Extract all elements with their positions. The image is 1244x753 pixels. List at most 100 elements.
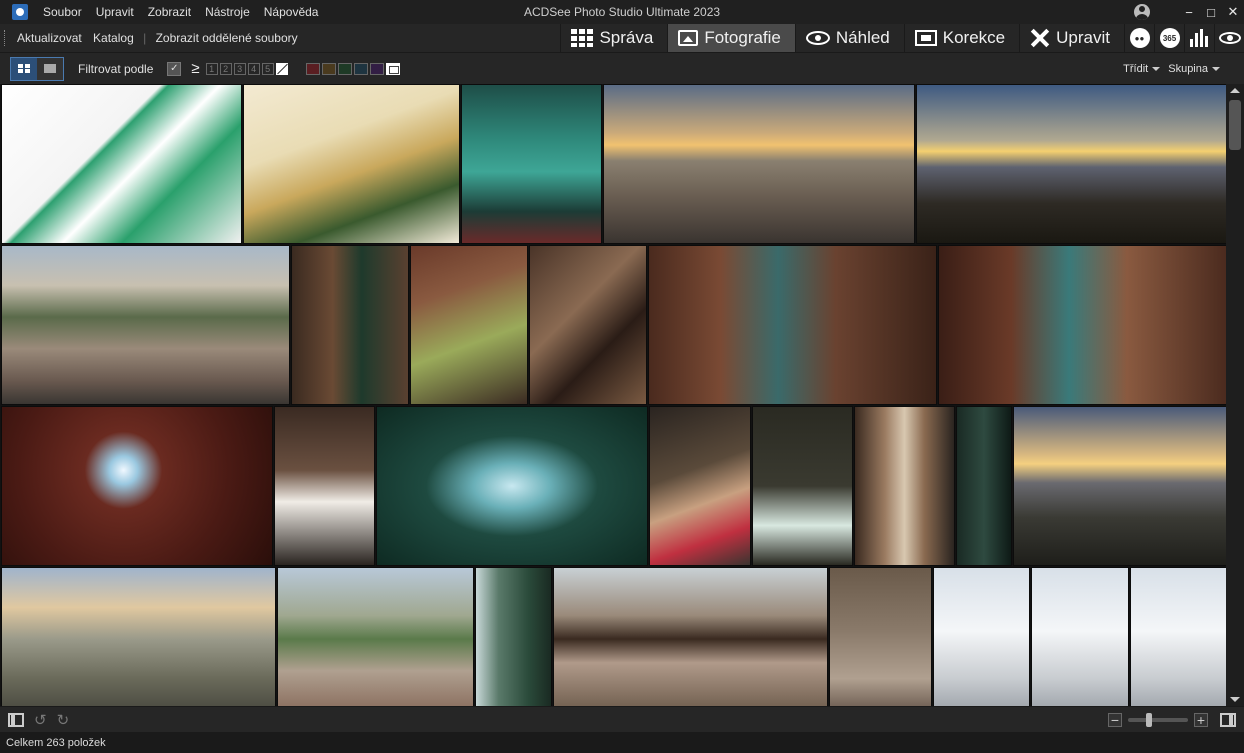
sort-dropdown[interactable]: Třídit [1123,63,1161,75]
thumbnail-4[interactable] [603,84,915,244]
tab-view[interactable]: Náhled [794,24,904,52]
group-label: Skupina [1168,63,1208,75]
thumbnail-19[interactable] [1013,406,1226,566]
zoom-slider-handle[interactable] [1146,713,1152,727]
no-color-label-icon[interactable] [385,62,400,75]
thumbnail-13[interactable] [274,406,375,566]
window-controls: − □ ✕ [1134,0,1244,24]
thumbnail-15[interactable] [649,406,751,566]
title-bar: Soubor Upravit Zobrazit Nástroje Nápověd… [0,0,1244,24]
thumbnail-5[interactable] [916,84,1226,244]
tab-edit[interactable]: Upravit [1019,24,1124,52]
thumbnail-24[interactable] [829,567,932,706]
scroll-down-icon[interactable] [1230,697,1240,702]
thumbnail-20[interactable] [1,567,276,706]
thumbnail-3[interactable] [461,84,602,244]
catalog-button[interactable]: Katalog [89,31,138,45]
thumbnail-9[interactable] [529,245,647,405]
single-view-button[interactable] [37,57,63,80]
rating-operator[interactable]: ≥ [191,60,199,77]
tab-label: Náhled [835,28,890,47]
rating-filters: 1 2 3 4 5 [205,62,290,75]
filter-bar: Filtrovat podle ✓ ≥ 1 2 3 4 5 Třídit Sku… [0,52,1244,84]
thumbnail-14[interactable] [376,406,648,566]
vertical-scrollbar[interactable] [1226,84,1244,706]
tab-develop[interactable]: Korekce [903,24,1019,52]
thumbnail-grid [0,84,1226,706]
sort-label: Třídit [1123,63,1149,75]
color-label-filters [305,62,402,75]
rotate-left-icon[interactable]: ↺ [34,711,47,729]
thumbnail-21[interactable] [277,567,474,706]
scroll-up-icon[interactable] [1230,88,1240,93]
refresh-button[interactable]: Aktualizovat [13,31,86,45]
rating-filter-2[interactable]: 2 [219,62,232,75]
zoom-controls: − + [1108,707,1236,733]
rating-filter-5[interactable]: 5 [261,62,274,75]
app-logo-icon [12,4,28,20]
menu-item-edit[interactable]: Upravit [89,5,141,19]
thumbnail-6[interactable] [1,245,290,405]
menu-item-tools[interactable]: Nástroje [198,5,257,19]
right-panel-icon[interactable] [1220,713,1236,727]
thumbnail-7[interactable] [291,245,409,405]
no-rating-icon[interactable] [275,62,288,75]
thumbnail-23[interactable] [553,567,828,706]
eye-icon [1218,32,1241,44]
maximize-button[interactable]: □ [1200,0,1222,24]
group-dropdown[interactable]: Skupina [1168,63,1220,75]
eye-icon [805,31,830,45]
zoom-slider[interactable] [1128,713,1188,727]
color-label-purple[interactable] [369,62,384,75]
toolbar-grip [4,30,7,46]
dashboard-button[interactable] [1184,24,1214,52]
rotate-right-icon[interactable]: ↻ [57,711,70,729]
menu-item-view[interactable]: Zobrazit [141,5,198,19]
rating-filter-1[interactable]: 1 [205,62,218,75]
menu-item-help[interactable]: Nápověda [257,5,326,19]
close-button[interactable]: ✕ [1222,0,1244,24]
menu-item-file[interactable]: Soubor [36,5,89,19]
zoom-out-button[interactable]: − [1108,713,1122,727]
single-image-icon [44,64,56,73]
thumbnail-1[interactable] [1,84,242,244]
thumbnail-12[interactable] [1,406,273,566]
thumbnail-8[interactable] [410,245,528,405]
color-label-blue[interactable] [353,62,368,75]
tab-label: Upravit [1056,28,1110,47]
thumbnail-22[interactable] [475,567,552,706]
show-separate-files-button[interactable]: Zobrazit oddělené soubory [152,31,302,45]
tab-manage[interactable]: Správa [560,24,667,52]
quick-view-button[interactable] [1214,24,1244,52]
color-label-yellow[interactable] [321,62,336,75]
photo-icon [678,30,699,46]
tab-photos[interactable]: Fotografie [667,24,795,52]
mode-tabs: Správa Fotografie Náhled Korekce Upravit… [560,24,1244,52]
filter-checkbox[interactable]: ✓ [167,61,182,76]
minimize-button[interactable]: − [1178,0,1200,24]
tab-label: Správa [599,28,654,47]
filmstrip-panel-icon[interactable] [8,712,24,727]
thumbnail-11[interactable] [938,245,1226,405]
user-account-icon[interactable] [1134,4,1150,20]
thumbnail-2[interactable] [243,84,460,244]
thumbnail-18[interactable] [956,406,1012,566]
people-mode-button[interactable]: ●● [1124,24,1154,52]
grid-icon [571,29,594,47]
thumbnail-17[interactable] [854,406,955,566]
color-label-green[interactable] [337,62,352,75]
thumbnail-25[interactable] [933,567,1030,706]
grid-view-button[interactable] [11,57,37,80]
thumbnail-27[interactable] [1130,567,1226,706]
bar-chart-icon [1189,29,1210,47]
zoom-in-button[interactable]: + [1194,713,1208,727]
rating-filter-4[interactable]: 4 [247,62,260,75]
rating-filter-3[interactable]: 3 [233,62,246,75]
scroll-thumb[interactable] [1229,100,1241,150]
thumbnail-16[interactable] [752,406,853,566]
thumbnail-26[interactable] [1031,567,1129,706]
365-button[interactable]: 365 [1154,24,1184,52]
thumbnail-10[interactable] [648,245,937,405]
color-label-red[interactable] [305,62,320,75]
view-toggle [10,56,64,81]
